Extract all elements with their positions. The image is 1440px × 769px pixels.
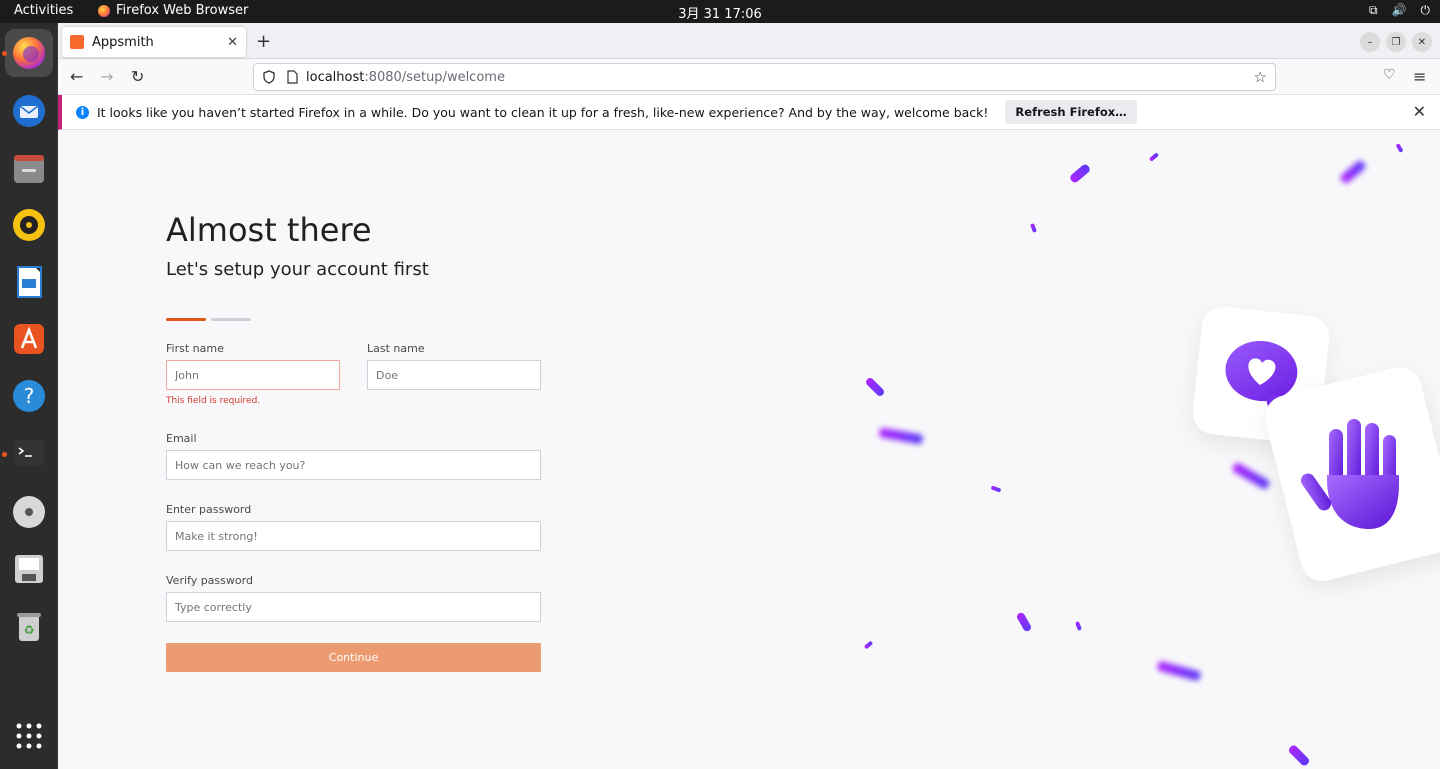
dock-trash[interactable]: ♻	[5, 602, 53, 650]
maximize-button[interactable]: ❐	[1386, 32, 1406, 52]
dock-rhythmbox[interactable]	[5, 201, 53, 249]
shield-icon[interactable]	[262, 70, 276, 84]
page-subtitle: Let's setup your account first	[166, 259, 429, 280]
confetti-decoration	[878, 427, 924, 445]
power-icon: ⏻	[1420, 3, 1431, 17]
svg-text:♻: ♻	[24, 623, 35, 637]
appsmith-favicon-icon	[70, 35, 84, 49]
forward-button[interactable]: →	[100, 67, 113, 86]
page-icon[interactable]	[286, 70, 298, 84]
close-window-button[interactable]: ✕	[1412, 32, 1432, 52]
dock-thunderbird[interactable]	[5, 87, 53, 135]
navigation-toolbar: ← → ↻ localhost:8080/setup/welcome ☆ ♡ ≡	[58, 59, 1440, 95]
confetti-decoration	[1339, 159, 1367, 185]
password-input[interactable]	[166, 521, 541, 551]
dock-software[interactable]	[5, 315, 53, 363]
dock-save[interactable]	[5, 545, 53, 593]
confetti-decoration	[1287, 743, 1311, 768]
confetti-decoration	[1068, 162, 1092, 185]
dock-terminal[interactable]	[5, 429, 53, 477]
system-tray[interactable]: ⧉ 🔊 ⏻	[1369, 3, 1430, 18]
url-bar[interactable]: localhost:8080/setup/welcome ☆	[253, 63, 1276, 91]
first-name-error: This field is required.	[166, 396, 261, 406]
email-input[interactable]	[166, 450, 541, 480]
app-menu[interactable]: Firefox Web Browser	[98, 3, 248, 18]
confetti-decoration	[990, 485, 1002, 493]
svg-text:?: ?	[24, 384, 35, 408]
last-name-input[interactable]	[367, 360, 541, 390]
reload-button[interactable]: ↻	[131, 67, 144, 86]
notification-message: It looks like you haven’t started Firefo…	[97, 104, 989, 120]
continue-button[interactable]: Continue	[166, 643, 541, 672]
close-tab-icon[interactable]: ✕	[227, 35, 238, 50]
confetti-decoration	[863, 640, 874, 650]
info-icon: i	[76, 105, 89, 119]
files-icon	[14, 155, 44, 183]
menu-icon[interactable]: ≡	[1413, 67, 1426, 86]
step-indicator-active	[166, 318, 206, 321]
running-indicator	[2, 51, 7, 56]
url-path: :8080/setup/welcome	[364, 69, 505, 85]
firefox-icon	[98, 4, 110, 17]
dock-writer[interactable]	[5, 258, 53, 306]
volume-icon: 🔊	[1391, 3, 1407, 17]
first-name-input[interactable]	[166, 360, 340, 390]
tab-bar: Appsmith ✕ + – ❐ ✕	[58, 23, 1440, 59]
pocket-icon[interactable]: ♡	[1383, 67, 1396, 83]
confetti-decoration	[1015, 611, 1033, 633]
page-title: Almost there	[166, 211, 372, 249]
confetti-decoration	[864, 376, 886, 398]
network-icon: ⧉	[1368, 3, 1378, 17]
app-menu-label: Firefox Web Browser	[116, 3, 249, 18]
software-store-icon	[14, 324, 44, 354]
tab-appsmith[interactable]: Appsmith ✕	[62, 27, 246, 57]
email-label: Email	[166, 432, 197, 445]
page-content: Almost there Let's setup your account fi…	[59, 131, 1440, 769]
password-label: Enter password	[166, 503, 252, 516]
new-tab-button[interactable]: +	[256, 31, 271, 52]
running-indicator	[2, 452, 7, 457]
waving-hand-illustration	[1260, 362, 1440, 586]
confetti-decoration	[1075, 621, 1082, 631]
rhythmbox-icon	[13, 209, 45, 241]
confetti-decoration	[1030, 223, 1037, 233]
dock-firefox[interactable]	[5, 29, 53, 77]
verify-password-input[interactable]	[166, 592, 541, 622]
bookmark-star-icon[interactable]: ☆	[1254, 68, 1267, 86]
step-indicator-inactive	[211, 318, 251, 321]
thunderbird-icon	[13, 95, 45, 127]
help-icon: ?	[13, 380, 45, 412]
url-host: localhost	[306, 69, 365, 85]
dock: ? ♻	[0, 23, 58, 769]
refresh-firefox-button[interactable]: Refresh Firefox…	[1005, 100, 1137, 124]
waving-hand-icon	[1300, 419, 1399, 529]
drive-icon	[15, 555, 43, 583]
dock-help[interactable]: ?	[5, 372, 53, 420]
grid-icon	[16, 723, 42, 749]
back-button[interactable]: ←	[70, 67, 83, 86]
tab-title: Appsmith	[92, 34, 154, 50]
confetti-decoration	[1148, 152, 1160, 162]
refresh-firefox-notification: i It looks like you haven’t started Fire…	[58, 95, 1440, 130]
confetti-decoration	[1156, 660, 1202, 682]
trash-icon: ♻	[17, 613, 41, 641]
last-name-label: Last name	[367, 342, 425, 355]
dock-files[interactable]	[5, 144, 53, 192]
confetti-decoration	[1395, 143, 1404, 153]
minimize-button[interactable]: –	[1360, 32, 1380, 52]
firefox-icon	[13, 37, 45, 69]
first-name-label: First name	[166, 342, 224, 355]
disc-icon	[13, 496, 45, 528]
dock-disc[interactable]	[5, 488, 53, 536]
confetti-decoration	[1231, 461, 1271, 491]
verify-password-label: Verify password	[166, 574, 253, 587]
show-apps-button[interactable]	[5, 712, 53, 760]
close-notification-icon[interactable]: ✕	[1413, 102, 1426, 121]
activities-button[interactable]: Activities	[14, 3, 73, 18]
writer-icon	[17, 266, 42, 298]
terminal-icon	[14, 440, 44, 466]
system-top-bar: Activities Firefox Web Browser 3月 31 17:…	[0, 0, 1440, 23]
